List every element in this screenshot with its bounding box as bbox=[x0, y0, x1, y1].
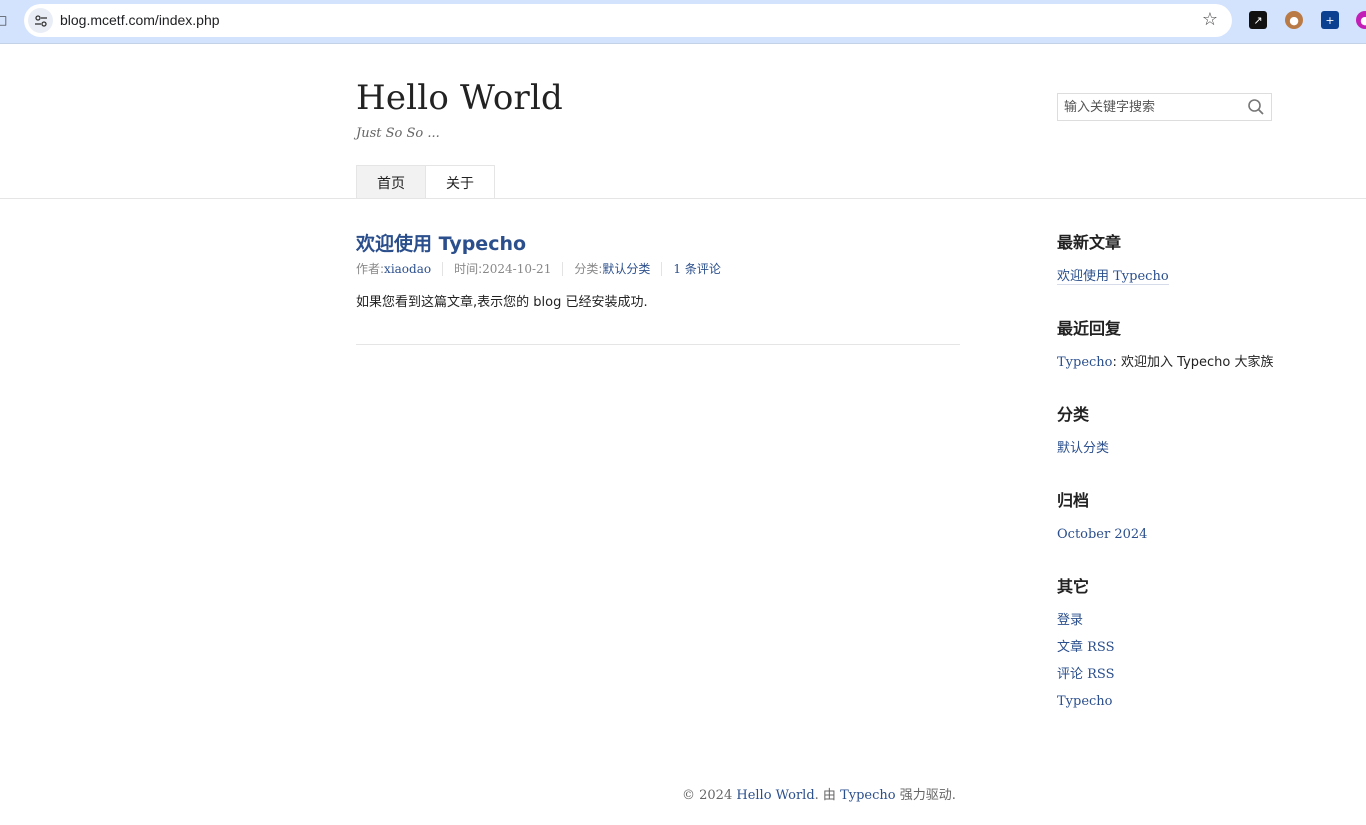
post-author-link[interactable]: xiaodao bbox=[384, 262, 431, 276]
extension-cookie-icon[interactable]: ● bbox=[1285, 11, 1303, 29]
category-label: 分类: bbox=[574, 262, 603, 276]
bookmark-star-icon[interactable]: ☆ bbox=[1202, 9, 1218, 30]
login-link[interactable]: 登录 bbox=[1057, 613, 1083, 628]
search-input[interactable] bbox=[1058, 94, 1238, 120]
date-label: 时间: bbox=[454, 262, 483, 276]
header-divider bbox=[0, 198, 1366, 199]
widget-recent-comments: 最近回复 Typecho: 欢迎加入 Typecho 大家族 bbox=[1057, 315, 1274, 376]
post-comments-link[interactable]: 1 条评论 bbox=[673, 260, 720, 277]
widget-title: 最新文章 bbox=[1057, 233, 1122, 252]
post-category-link[interactable]: 默认分类 bbox=[602, 260, 650, 277]
archive-link[interactable]: October 2024 bbox=[1057, 527, 1147, 542]
author-label: 作者: bbox=[356, 262, 385, 276]
post-divider bbox=[356, 344, 960, 345]
search-icon[interactable] bbox=[1247, 98, 1265, 116]
widget-archives: 归档 October 2024 bbox=[1057, 487, 1147, 548]
search-form bbox=[1057, 93, 1272, 121]
site-description: Just So So ... bbox=[356, 126, 440, 141]
lock-icon: □ bbox=[0, 13, 8, 27]
meta-separator bbox=[661, 261, 663, 276]
post-meta: 作者: xiaodao 时间: 2024-10-21 分类: 默认分类 1 条评… bbox=[356, 260, 721, 277]
posts-rss-link[interactable]: 文章 RSS bbox=[1057, 640, 1115, 655]
post-title[interactable]: 欢迎使用 Typecho bbox=[356, 229, 526, 256]
meta-separator bbox=[562, 261, 564, 276]
footer-site-link[interactable]: Hello World bbox=[736, 788, 814, 803]
extension-chart-icon[interactable]: ↗ bbox=[1249, 11, 1267, 29]
widget-title: 最近回复 bbox=[1057, 319, 1122, 338]
comment-excerpt: : 欢迎加入 Typecho 大家族 bbox=[1112, 355, 1274, 370]
site-settings-icon[interactable] bbox=[28, 8, 53, 33]
footer-copyright: © 2024 bbox=[682, 788, 737, 803]
extension-tab-icon[interactable]: + bbox=[1321, 11, 1339, 29]
post-date: 2024-10-21 bbox=[482, 261, 552, 276]
post-content: 如果您看到这篇文章,表示您的 blog 已经安装成功. bbox=[356, 295, 648, 310]
comment-author-link[interactable]: Typecho bbox=[1057, 355, 1113, 370]
meta-separator bbox=[442, 261, 444, 276]
extension-profile-icon[interactable]: ● bbox=[1356, 11, 1366, 29]
widget-categories: 分类 默认分类 bbox=[1057, 401, 1109, 462]
address-bar[interactable]: blog.mcetf.com/index.php ☆ bbox=[24, 4, 1232, 37]
category-link[interactable]: 默认分类 bbox=[1057, 441, 1109, 456]
widget-title: 归档 bbox=[1057, 491, 1090, 510]
comments-rss-link[interactable]: 评论 RSS bbox=[1057, 667, 1115, 682]
site-title[interactable]: Hello World bbox=[356, 78, 563, 118]
browser-toolbar: □ blog.mcetf.com/index.php ☆ ↗ ● + ● bbox=[0, 0, 1366, 44]
widget-other: 其它 登录 文章 RSS 评论 RSS Typecho bbox=[1057, 573, 1115, 715]
site-footer: © 2024 Hello World. 由 Typecho 强力驱动. bbox=[682, 784, 956, 803]
footer-typecho-link[interactable]: Typecho bbox=[840, 788, 896, 803]
main-nav: 首页 关于 bbox=[356, 165, 495, 199]
widget-title: 其它 bbox=[1057, 577, 1090, 596]
nav-about[interactable]: 关于 bbox=[426, 165, 495, 199]
recent-post-link[interactable]: 欢迎使用 Typecho bbox=[1057, 269, 1169, 285]
typecho-link[interactable]: Typecho bbox=[1057, 694, 1113, 709]
nav-home[interactable]: 首页 bbox=[356, 165, 426, 199]
widget-title: 分类 bbox=[1057, 405, 1090, 424]
footer-text: 强力驱动. bbox=[895, 788, 956, 803]
footer-text: . 由 bbox=[814, 788, 841, 803]
url-text[interactable]: blog.mcetf.com/index.php bbox=[60, 12, 220, 28]
widget-recent-posts: 最新文章 欢迎使用 Typecho bbox=[1057, 229, 1169, 290]
